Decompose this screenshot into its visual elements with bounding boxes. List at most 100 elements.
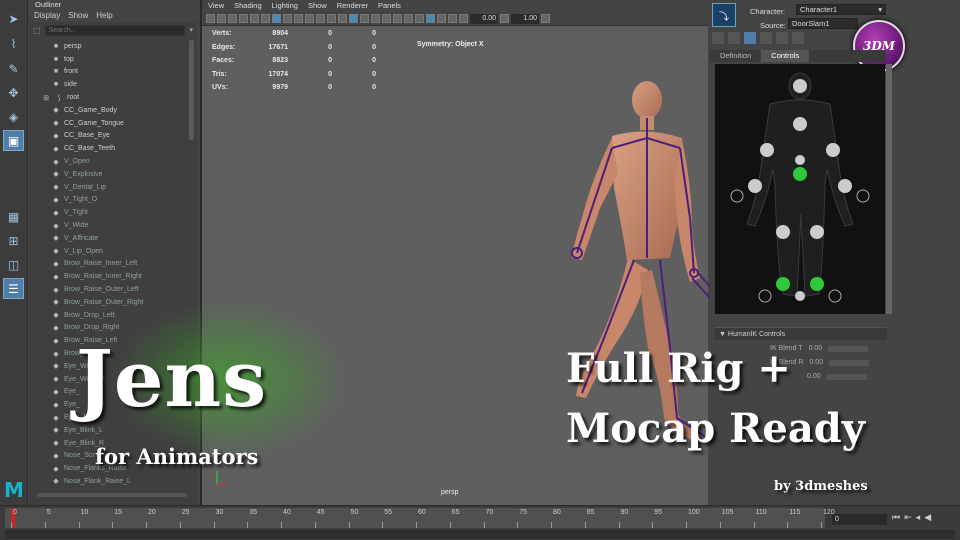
outliner-item[interactable]: ◆ V_Dental_Lip bbox=[29, 181, 187, 194]
viewport-menu-renderer[interactable]: Renderer bbox=[337, 0, 368, 12]
color-management-icon[interactable] bbox=[541, 14, 550, 23]
anti-alias-icon[interactable] bbox=[415, 14, 424, 23]
safe-action-icon[interactable] bbox=[327, 14, 336, 23]
rotate-tool-icon[interactable]: ◈ bbox=[3, 106, 24, 127]
lights-icon[interactable] bbox=[371, 14, 380, 23]
timeline-ruler[interactable]: 0 5 10 15 20 25 30 35 40 45 50 55 60 65 70 75 80 85 90 95 10… bbox=[5, 508, 835, 528]
viewport-menu-panels[interactable]: Panels bbox=[378, 0, 401, 12]
layout-four-icon[interactable]: ⊞ bbox=[3, 230, 24, 251]
current-frame-field[interactable]: 0 bbox=[832, 514, 887, 525]
exposure-field[interactable]: 0.00 bbox=[470, 13, 498, 24]
outliner-item[interactable]: ◆ Nose_Flank_Raise_L bbox=[29, 475, 187, 488]
viewport-menu-view[interactable]: View bbox=[208, 0, 224, 12]
outliner-item[interactable]: ◆ V_Tight_O bbox=[29, 194, 187, 207]
outliner-item[interactable]: ■ side bbox=[29, 78, 187, 91]
expand-icon[interactable]: ⊞ bbox=[41, 94, 51, 102]
source-dropdown[interactable]: DoorSlam1 bbox=[788, 18, 858, 29]
blend-row-3-slider[interactable] bbox=[826, 374, 867, 380]
hik-key-icon[interactable] bbox=[792, 32, 804, 44]
xray-icon[interactable] bbox=[437, 14, 446, 23]
grid-icon[interactable] bbox=[272, 14, 281, 23]
gate-mask-icon[interactable] bbox=[305, 14, 314, 23]
outliner-item[interactable]: ■ top bbox=[29, 53, 187, 66]
outliner-item[interactable]: ◆ V_Open bbox=[29, 155, 187, 168]
outliner-scrollbar[interactable] bbox=[189, 40, 194, 140]
blend-row-3-value[interactable]: 0.00 bbox=[807, 373, 821, 380]
hik-pin-icon[interactable] bbox=[728, 32, 740, 44]
outliner-item[interactable]: ■ front bbox=[29, 66, 187, 79]
outliner-item[interactable]: ◆ V_Affricate bbox=[29, 232, 187, 245]
motion-blur-icon[interactable] bbox=[404, 14, 413, 23]
bookmark-icon[interactable] bbox=[228, 14, 237, 23]
search-dropdown-icon[interactable]: ▾ bbox=[189, 26, 193, 34]
shadows-icon[interactable] bbox=[382, 14, 391, 23]
wireframe-icon[interactable] bbox=[338, 14, 347, 23]
select-tool-icon[interactable]: ➤ bbox=[3, 8, 24, 29]
gamma-field[interactable]: 1.00 bbox=[511, 13, 539, 24]
image-plane-icon[interactable] bbox=[239, 14, 248, 23]
outliner-item[interactable]: ◆ V_Explosive bbox=[29, 168, 187, 181]
character-dropdown[interactable]: Character1 ▾ bbox=[796, 4, 886, 15]
outliner-menu-help[interactable]: Help bbox=[96, 10, 112, 22]
hik-select-icon[interactable] bbox=[712, 32, 724, 44]
textured-icon[interactable] bbox=[360, 14, 369, 23]
outliner-search-input[interactable] bbox=[44, 24, 186, 36]
resolution-gate-icon[interactable] bbox=[294, 14, 303, 23]
smooth-shade-icon[interactable] bbox=[349, 14, 358, 23]
two-d-pan-icon[interactable] bbox=[250, 14, 259, 23]
go-to-start-icon[interactable]: ⏮ bbox=[892, 512, 900, 523]
exposure-icon[interactable] bbox=[459, 14, 468, 23]
isolate-select-icon[interactable] bbox=[426, 14, 435, 23]
layout-single-icon[interactable]: ▦ bbox=[3, 206, 24, 227]
xray-joints-icon[interactable] bbox=[448, 14, 457, 23]
humanik-scrollbar[interactable] bbox=[886, 64, 892, 314]
grease-pencil-icon[interactable] bbox=[261, 14, 270, 23]
film-gate-icon[interactable] bbox=[283, 14, 292, 23]
outliner-item[interactable]: ◆ Brow_Raise_Outer_Left bbox=[29, 283, 187, 296]
outliner-item[interactable]: ■ persp bbox=[29, 40, 187, 53]
tab-definition[interactable]: Definition bbox=[710, 50, 761, 62]
outliner-item[interactable]: ◆ CC_Game_Body bbox=[29, 104, 187, 117]
step-back-key-icon[interactable]: ⇤ bbox=[904, 512, 912, 523]
range-slider[interactable] bbox=[5, 530, 955, 539]
outliner-item[interactable]: ◆ CC_Base_Teeth bbox=[29, 142, 187, 155]
outliner-menu-show[interactable]: Show bbox=[68, 10, 88, 22]
camera-lock-icon[interactable] bbox=[217, 14, 226, 23]
ik-blend-r-slider[interactable] bbox=[829, 360, 870, 366]
hik-selection-icon[interactable] bbox=[776, 32, 788, 44]
filter-icon[interactable]: ⬚ bbox=[33, 26, 41, 35]
step-back-frame-icon[interactable]: ◂ bbox=[916, 512, 921, 523]
outliner-item[interactable]: ◆ V_Tight bbox=[29, 206, 187, 219]
outliner-item[interactable]: ◆ V_Lip_Open bbox=[29, 245, 187, 258]
outliner-item[interactable]: ⊞ ⟆ root bbox=[29, 91, 187, 104]
play-backward-icon[interactable]: ◀ bbox=[924, 512, 931, 523]
viewport-menu-lighting[interactable]: Lighting bbox=[272, 0, 298, 12]
layout-two-icon[interactable]: ◫ bbox=[3, 254, 24, 275]
paint-tool-icon[interactable]: ✎ bbox=[3, 58, 24, 79]
ik-blend-t-slider[interactable] bbox=[828, 346, 869, 352]
outliner-menu-display[interactable]: Display bbox=[34, 10, 60, 22]
ik-blend-r-value[interactable]: 0.00 bbox=[809, 359, 823, 366]
camera-select-icon[interactable] bbox=[206, 14, 215, 23]
viewport-menu-show[interactable]: Show bbox=[308, 0, 327, 12]
layout-outliner-icon[interactable]: ☰ bbox=[3, 278, 24, 299]
hik-full-body-icon[interactable] bbox=[744, 32, 756, 44]
viewport-menu-shading[interactable]: Shading bbox=[234, 0, 262, 12]
field-chart-icon[interactable] bbox=[316, 14, 325, 23]
outliner-item[interactable]: ◆ CC_Base_Eye bbox=[29, 130, 187, 143]
outliner-item[interactable]: ◆ Brow_Raise_Inner_Right bbox=[29, 270, 187, 283]
gamma-icon[interactable] bbox=[500, 14, 509, 23]
lasso-tool-icon[interactable]: ⌇ bbox=[3, 33, 24, 54]
humanik-controls-header[interactable]: ▼ HumanIK Controls bbox=[715, 327, 887, 340]
humanik-logo-icon[interactable]: ⤵ bbox=[712, 3, 736, 27]
ambient-occlusion-icon[interactable] bbox=[393, 14, 402, 23]
outliner-horizontal-scrollbar[interactable] bbox=[37, 493, 187, 497]
outliner-item[interactable]: ◆ Brow_Raise_Inner_Left bbox=[29, 258, 187, 271]
scale-tool-icon[interactable]: ▣ bbox=[3, 130, 24, 151]
outliner-item[interactable]: ◆ V_Wide bbox=[29, 219, 187, 232]
ik-blend-t-value[interactable]: 0.00 bbox=[809, 345, 823, 352]
hik-body-part-icon[interactable] bbox=[760, 32, 772, 44]
tab-controls[interactable]: Controls bbox=[761, 50, 810, 62]
humanik-control-rig[interactable] bbox=[715, 64, 885, 314]
move-tool-icon[interactable]: ✥ bbox=[3, 82, 24, 103]
